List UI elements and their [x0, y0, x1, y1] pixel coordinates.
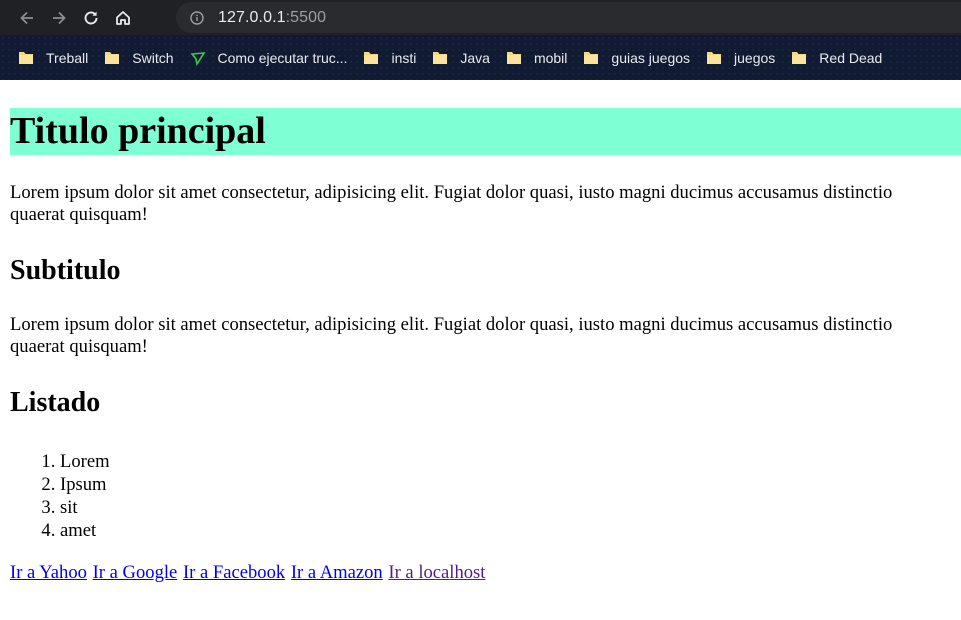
paragraph-1: Lorem ipsum dolor sit amet consectetur, … [10, 182, 961, 226]
folder-icon [792, 51, 807, 64]
reload-icon [84, 11, 98, 24]
url-port: :5500 [285, 8, 327, 26]
list-item: Lorem [60, 450, 961, 473]
forward-button[interactable] [46, 5, 72, 31]
reload-button[interactable] [78, 5, 104, 31]
bookmark-treball[interactable]: Treball [0, 44, 96, 72]
folder-icon [506, 51, 521, 64]
browser-toolbar: 127.0.0.1:5500 [0, 0, 961, 35]
bookmark-label: Treball [46, 49, 89, 66]
folder-icon [19, 51, 33, 64]
paragraph-2: Lorem ipsum dolor sit amet consectetur, … [10, 314, 961, 358]
links-row: Ir a Yahoo Ir a Google Ir a Facebook Ir … [10, 562, 961, 584]
folder-icon [584, 51, 599, 64]
page-content: Titulo principal Lorem ipsum dolor sit a… [0, 108, 961, 584]
paragraph-2-line-2: quaerat quisquam! [10, 336, 148, 357]
paragraph-1-line-2: quaerat quisquam! [10, 204, 148, 225]
folder-icon [433, 51, 448, 64]
bookmark-mobil[interactable]: mobil [498, 44, 575, 72]
subtitle-heading: Subtitulo [10, 255, 121, 286]
folder-icon [105, 51, 120, 64]
bookmark-label: juegos [734, 49, 776, 66]
bookmark-como-ejecutar[interactable]: Como ejecutar truc... [182, 44, 356, 72]
bookmark-guias-juegos[interactable]: guias juegos [575, 44, 698, 72]
paragraph-2-line-1: Lorem ipsum dolor sit amet consectetur, … [10, 314, 893, 335]
folder-icon [707, 51, 722, 64]
bookmark-label: mobil [533, 49, 568, 66]
bookmark-switch[interactable]: Switch [96, 44, 181, 72]
info-icon[interactable] [190, 10, 204, 25]
arrow-left-icon [20, 11, 33, 24]
arrow-right-icon [53, 11, 66, 24]
home-icon [116, 10, 130, 25]
bookmark-juegos[interactable]: juegos [698, 44, 783, 72]
bookmark-label: guias juegos [611, 49, 691, 66]
bookmarks-bar: Treball Switch Como ejecutar truc... ins… [0, 35, 961, 80]
list-item: amet [60, 519, 961, 542]
page-title: Titulo principal [10, 108, 961, 155]
url-text: 127.0.0.1:5500 [218, 9, 326, 27]
list-item: sit [60, 496, 961, 519]
address-bar[interactable]: 127.0.0.1:5500 [176, 2, 961, 33]
bookmark-red-dead[interactable]: Red Dead [783, 44, 890, 72]
link-amazon[interactable]: Ir a Amazon [291, 562, 383, 583]
bookmark-insti[interactable]: insti [355, 44, 424, 72]
bookmark-label: Java [460, 49, 490, 66]
page-viewport: Titulo principal Lorem ipsum dolor sit a… [0, 80, 961, 620]
list-item: Ipsum [60, 473, 961, 496]
back-button[interactable] [14, 5, 40, 31]
bookmark-label: Switch [132, 49, 174, 66]
bookmark-label: Red Dead [819, 49, 883, 66]
link-google[interactable]: Ir a Google [93, 562, 178, 583]
folder-icon [364, 51, 379, 64]
home-button[interactable] [110, 5, 136, 31]
list-heading: Listado [10, 387, 101, 418]
bookmark-label: insti [391, 49, 417, 66]
site-favicon [189, 51, 206, 66]
link-localhost[interactable]: Ir a localhost [388, 562, 485, 583]
paragraph-1-line-1: Lorem ipsum dolor sit amet consectetur, … [10, 182, 893, 203]
link-facebook[interactable]: Ir a Facebook [183, 562, 285, 583]
url-host: 127.0.0.1 [218, 8, 286, 26]
bookmark-label: Como ejecutar truc... [217, 49, 348, 66]
ordered-list: Lorem Ipsum sit amet [10, 450, 961, 542]
bookmark-java[interactable]: Java [424, 44, 498, 72]
link-yahoo[interactable]: Ir a Yahoo [10, 562, 87, 583]
